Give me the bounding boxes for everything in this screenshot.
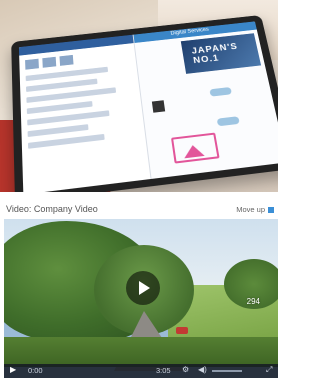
video-title: Video: Company Video	[6, 204, 98, 214]
text-row	[27, 133, 105, 149]
touch-table-photo: Digital Services JAPAN'S NO.1	[0, 0, 278, 192]
screen-banner: JAPAN'S NO.1	[180, 33, 262, 74]
play-icon[interactable]: ▶	[10, 365, 16, 374]
video-car	[176, 327, 188, 334]
video-header: Video: Company Video Move up	[0, 204, 278, 218]
text-row	[26, 100, 94, 115]
volume-slider[interactable]	[212, 370, 242, 372]
video-player[interactable]: 294 ▶ 0:00 3:05 ⚙ ◀) ⤢	[4, 219, 278, 378]
volume-icon[interactable]: ◀)	[198, 365, 207, 374]
touch-table-device: Digital Services JAPAN'S NO.1	[11, 14, 278, 192]
total-time: 3:05	[156, 366, 171, 375]
play-button[interactable]	[126, 271, 160, 305]
thumbnail	[25, 58, 39, 70]
video-overlay-number: 294	[246, 297, 260, 306]
move-up-label: Move up	[236, 205, 265, 214]
screen-right-pane: Digital Services JAPAN'S NO.1	[133, 21, 278, 179]
fullscreen-icon[interactable]: ⤢	[266, 365, 272, 375]
cloud-icon	[209, 86, 232, 97]
illustration-icon	[170, 132, 220, 164]
page: Digital Services JAPAN'S NO.1 Video: Com…	[0, 0, 278, 378]
video-grass	[4, 337, 278, 367]
text-row	[27, 124, 89, 138]
screen-header-text: Digital Services	[170, 27, 210, 37]
left-pane-bar	[18, 34, 134, 56]
current-time: 0:00	[28, 366, 43, 375]
thumbnail	[59, 54, 74, 66]
thumbnail	[42, 56, 57, 68]
cloud-icon	[216, 116, 240, 127]
device-screen: Digital Services JAPAN'S NO.1	[18, 21, 278, 192]
banner-text: JAPAN'S NO.1	[191, 41, 239, 66]
qr-code-icon	[151, 100, 166, 113]
move-up-button[interactable]: Move up	[236, 205, 274, 214]
gear-icon[interactable]: ⚙	[182, 365, 189, 374]
move-up-icon	[268, 207, 274, 214]
video-controls: ▶ 0:00 3:05 ⚙ ◀) ⤢	[4, 364, 278, 378]
screen-left-pane	[18, 34, 152, 192]
